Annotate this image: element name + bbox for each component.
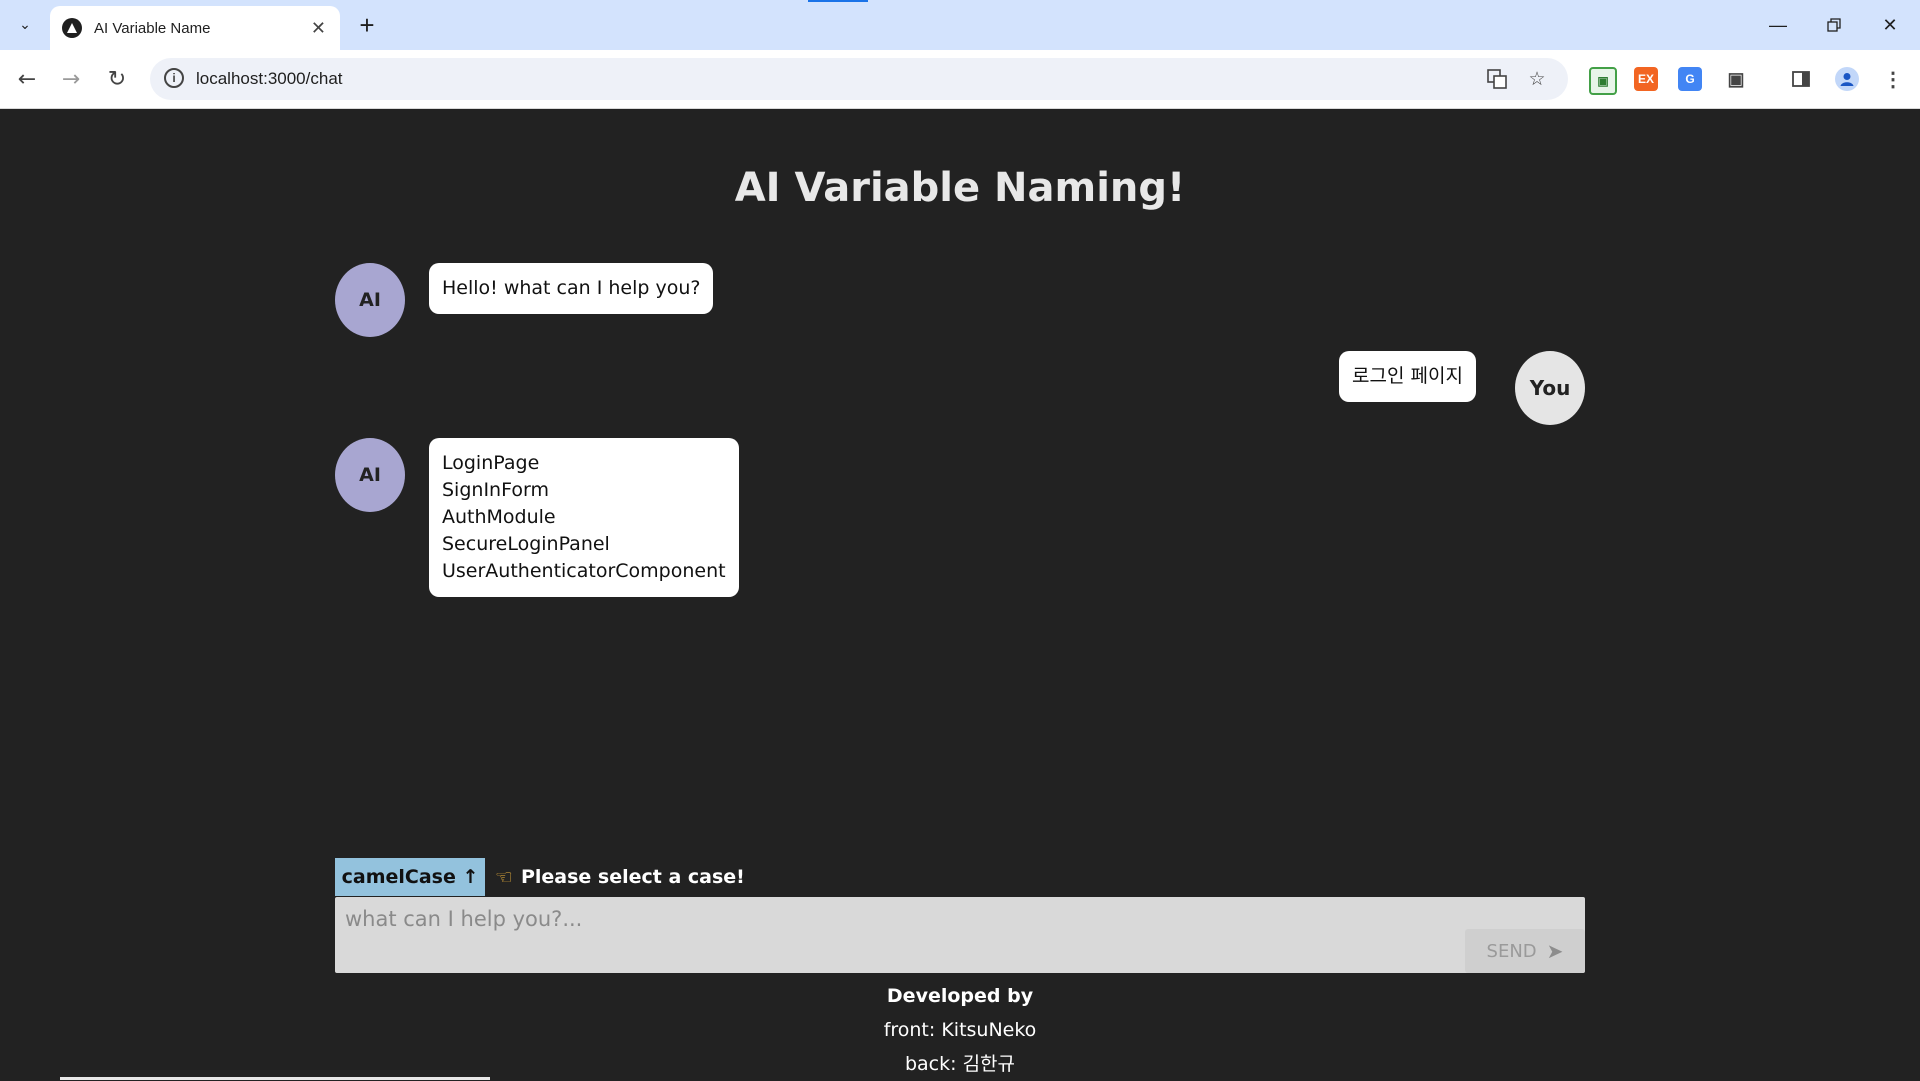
close-window-button[interactable]: ✕	[1868, 0, 1912, 50]
arrow-left-icon: ←	[17, 66, 37, 92]
message-text: 로그인 페이지	[1352, 365, 1463, 387]
minimize-button[interactable]: —	[1756, 0, 1800, 50]
footer-developed-by: Developed by	[886, 985, 1034, 1007]
tab-close-icon[interactable]: ✕	[311, 18, 326, 39]
forward-button[interactable]: →	[53, 61, 89, 97]
reload-button[interactable]: ↻	[99, 61, 135, 97]
reload-icon: ↻	[107, 66, 127, 92]
pointing-hand-icon: ☜	[495, 865, 513, 889]
ai-message-bubble: Hello! what can I help you?	[429, 263, 714, 314]
case-hint: ☜ Please select a case!	[495, 865, 745, 889]
arrow-right-icon: →	[61, 66, 81, 92]
address-bar[interactable]: i localhost:3000/chat ☆	[150, 58, 1568, 100]
case-select-button[interactable]: camelCase ↑	[335, 858, 485, 896]
site-info-icon[interactable]: i	[164, 68, 184, 88]
tab-search-button[interactable]: ⌄	[8, 8, 42, 42]
case-selector-row: camelCase ↑ ☜ Please select a case!	[335, 858, 745, 896]
chat-page: AI Variable Naming! AI Hello! what can I…	[0, 109, 1920, 1080]
chat-input[interactable]	[343, 905, 1447, 965]
suggestion-item: SignInForm	[442, 479, 549, 501]
send-label: SEND	[1486, 940, 1537, 962]
chat-input-box: SEND ➤	[335, 897, 1585, 973]
back-button[interactable]: ←	[9, 61, 45, 97]
google-translate-extension-icon[interactable]: G	[1678, 67, 1702, 91]
page-title: AI Variable Naming!	[734, 165, 1186, 211]
extension-green-icon[interactable]: ▣	[1589, 67, 1617, 95]
send-arrow-icon: ➤	[1546, 939, 1564, 963]
user-avatar: You	[1515, 351, 1585, 425]
suggestion-item: AuthModule	[442, 506, 556, 528]
url-text[interactable]: localhost:3000/chat	[196, 69, 343, 89]
footer: Developed by front: KitsuNeko back: 김한규	[0, 979, 1920, 1081]
tab-title: AI Variable Name	[94, 19, 211, 37]
bookmark-star-icon[interactable]: ☆	[1524, 67, 1550, 91]
browser-tab[interactable]: AI Variable Name ✕	[50, 6, 340, 50]
case-hint-text: Please select a case!	[520, 866, 745, 888]
ai-avatar: AI	[335, 438, 405, 512]
tab-loading-indicator	[808, 0, 868, 2]
ai-message-bubble: LoginPage SignInForm AuthModule SecureLo…	[429, 438, 739, 597]
restore-icon	[1827, 18, 1841, 32]
chevron-down-icon: ⌄	[19, 17, 31, 33]
footer-back-credit: back: 김한규	[904, 1053, 1016, 1075]
more-menu-icon[interactable]: ⋮	[1881, 67, 1905, 91]
message-text: Hello! what can I help you?	[442, 277, 701, 299]
side-panel-icon[interactable]	[1789, 67, 1813, 91]
suggestion-item: SecureLoginPanel	[442, 533, 610, 555]
footer-front-credit: front: KitsuNeko	[883, 1019, 1037, 1041]
tab-favicon-icon	[62, 18, 82, 38]
browser-tabstrip: ⌄ AI Variable Name ✕ + — ✕	[0, 0, 1920, 50]
user-message-bubble: 로그인 페이지	[1339, 351, 1476, 402]
new-tab-button[interactable]: +	[352, 10, 382, 40]
ai-avatar: AI	[335, 263, 405, 337]
extensions-puzzle-icon[interactable]: ▣	[1724, 67, 1748, 91]
browser-toolbar: ← → ↻ i localhost:3000/chat ☆ ▣ EX G ▣ ⋮	[0, 50, 1920, 109]
suggestion-item: LoginPage	[442, 452, 540, 474]
suggestion-item: UserAuthenticatorComponent	[442, 560, 726, 582]
translate-icon[interactable]	[1484, 67, 1510, 91]
restore-button[interactable]	[1812, 0, 1856, 50]
profile-avatar-icon[interactable]	[1835, 67, 1859, 91]
send-button[interactable]: SEND ➤	[1465, 929, 1585, 973]
extension-ex-icon[interactable]: EX	[1634, 67, 1658, 91]
